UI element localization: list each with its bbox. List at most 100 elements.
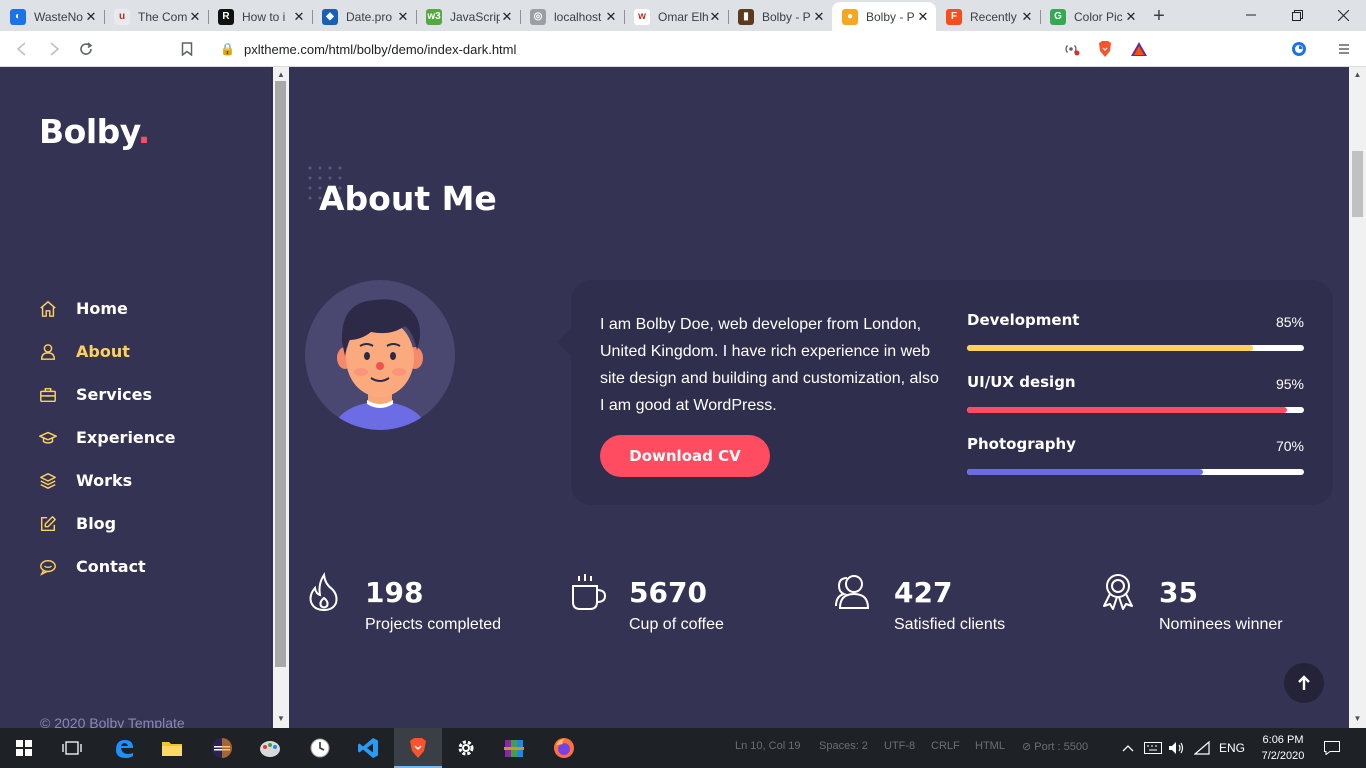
notifications-button[interactable] (1324, 728, 1340, 768)
skill-progress-bar (967, 469, 1304, 475)
new-tab-button[interactable]: + (1144, 2, 1174, 31)
extension-button[interactable] (1287, 37, 1311, 61)
tab-favicon-icon: w (634, 8, 650, 25)
extension-icon (1292, 42, 1306, 56)
browser-tab[interactable]: ◐ WasteNo ✕ (0, 2, 104, 31)
logo-dot: . (137, 112, 151, 151)
task-view-button[interactable] (48, 728, 96, 768)
bookmark-button[interactable] (175, 37, 199, 61)
reload-button[interactable] (74, 37, 98, 61)
system-clock[interactable]: 6:06 PM 7/2/2020 (1250, 732, 1316, 764)
tab-close-icon[interactable]: ✕ (812, 9, 826, 25)
taskbar-winrar[interactable] (490, 728, 538, 768)
show-hidden-icons-button[interactable] (1122, 728, 1134, 768)
download-cv-button[interactable]: Download CV (600, 435, 770, 477)
taskbar-vscode[interactable] (344, 728, 392, 768)
taskbar-settings[interactable] (442, 728, 490, 768)
scroll-up-arrow-icon[interactable]: ▲ (273, 70, 289, 79)
sidebar-scrollbar[interactable]: ▲ ▼ (273, 67, 289, 728)
back-button[interactable] (10, 37, 34, 61)
taskbar-file-explorer[interactable] (148, 728, 196, 768)
close-window-button[interactable] (1320, 0, 1366, 30)
page-scroll-up-arrow-icon[interactable]: ▲ (1349, 70, 1366, 79)
site-logo[interactable]: Bolby. (39, 112, 150, 151)
broadcast-blocked-icon (1065, 45, 1080, 56)
address-bar[interactable]: 🔒 pxltheme.com/html/bolby/demo/index-dar… (210, 35, 1158, 63)
tab-close-icon[interactable]: ✕ (1124, 9, 1138, 25)
nav-item-contact[interactable]: Contact (39, 545, 176, 588)
tab-close-icon[interactable]: ✕ (188, 9, 202, 25)
user-icon (40, 343, 56, 360)
nav-item-label: Contact (76, 557, 146, 576)
tab-list: ◐ WasteNo ✕ u The Com ✕ R How to i ✕ ◆ Date.pro ✕ w3… (0, 2, 1144, 31)
browser-tab[interactable]: ◎ localhost ✕ (520, 2, 624, 31)
taskbar-edge[interactable] (100, 728, 148, 768)
browser-tab[interactable]: ● Bolby - P ✕ (832, 2, 936, 31)
start-button[interactable] (0, 728, 48, 768)
tab-title: How to i (242, 9, 286, 24)
nav-item-services[interactable]: Services (39, 373, 176, 416)
about-card: I am Bolby Doe, web developer from Londo… (557, 280, 1333, 505)
edge-icon (116, 740, 133, 758)
brave-browser-icon (410, 738, 426, 758)
home-icon (40, 300, 56, 317)
browser-tab[interactable]: w Omar Elh ✕ (624, 2, 728, 31)
tab-close-icon[interactable]: ✕ (292, 9, 306, 25)
fact-label: Nominees winner (1159, 616, 1283, 633)
tab-favicon-icon: w3 (426, 8, 442, 25)
taskbar-clock-app[interactable] (296, 728, 344, 768)
sidebar-scrollbar-thumb[interactable] (275, 81, 286, 667)
page-scroll-down-arrow-icon[interactable]: ▼ (1349, 714, 1366, 723)
taskbar-brave[interactable] (394, 728, 442, 768)
network-button[interactable] (1194, 728, 1210, 768)
browser-tab[interactable]: G Color Pic ✕ (1040, 2, 1144, 31)
nav-item-experience[interactable]: Experience (39, 416, 176, 459)
nav-item-works[interactable]: Works (39, 459, 176, 502)
vscode-icon (358, 738, 378, 758)
facts-row: 198 Projects completed 5670 Cup of coffee 42… (305, 572, 1335, 642)
minimize-button[interactable] (1228, 0, 1274, 30)
folder-icon (162, 742, 182, 756)
brave-shields-button[interactable] (1093, 37, 1117, 61)
nav-item-about[interactable]: About (39, 330, 176, 373)
taskbar-paint[interactable] (246, 728, 294, 768)
tab-favicon-icon: ◐ (10, 8, 26, 25)
tab-close-icon[interactable]: ✕ (708, 9, 722, 25)
taskbar-firefox[interactable] (540, 728, 588, 768)
page-scrollbar[interactable]: ▲ ▼ (1349, 67, 1366, 728)
nav-item-blog[interactable]: Blog (39, 502, 176, 545)
scroll-to-top-button[interactable] (1284, 663, 1324, 703)
tab-close-icon[interactable]: ✕ (1020, 9, 1034, 25)
browser-tab[interactable]: ◆ Date.pro ✕ (312, 2, 416, 31)
volume-button[interactable] (1168, 728, 1186, 768)
restore-button[interactable] (1274, 0, 1320, 30)
forward-button[interactable] (42, 37, 66, 61)
browser-tab[interactable]: u The Com ✕ (104, 2, 208, 31)
browser-tab[interactable]: R How to i ✕ (208, 2, 312, 31)
tab-close-icon[interactable]: ✕ (500, 9, 514, 25)
language-indicator[interactable]: ENG (1219, 728, 1245, 768)
tab-close-icon[interactable]: ✕ (916, 9, 930, 25)
site-permissions-button[interactable] (1060, 37, 1084, 61)
tab-close-icon[interactable]: ✕ (84, 9, 98, 25)
tab-close-icon[interactable]: ✕ (604, 9, 618, 25)
rewards-triangle-icon (1131, 42, 1147, 56)
brave-rewards-button[interactable] (1127, 37, 1151, 61)
browser-tab[interactable]: ▮ Bolby - P ✕ (728, 2, 832, 31)
tab-close-icon[interactable]: ✕ (396, 9, 410, 25)
scroll-down-arrow-icon[interactable]: ▼ (273, 714, 289, 723)
browser-tab[interactable]: F Recently ✕ (936, 2, 1040, 31)
chevron-up-icon (1122, 745, 1134, 752)
nav-item-home[interactable]: Home (39, 287, 176, 330)
browser-menu-button[interactable] (1332, 37, 1356, 61)
fact-number: 35 (1159, 576, 1198, 609)
page-scrollbar-thumb[interactable] (1352, 151, 1363, 217)
close-icon (1337, 9, 1349, 21)
keyboard-tray-button[interactable] (1144, 728, 1162, 768)
browser-tab[interactable]: w3 JavaScrip ✕ (416, 2, 520, 31)
briefcase-icon (40, 387, 56, 402)
skill-name: Development (967, 311, 1080, 329)
taskbar-eclipse[interactable] (198, 728, 246, 768)
tab-favicon-icon: u (114, 8, 130, 25)
fact-number: 427 (894, 576, 953, 609)
